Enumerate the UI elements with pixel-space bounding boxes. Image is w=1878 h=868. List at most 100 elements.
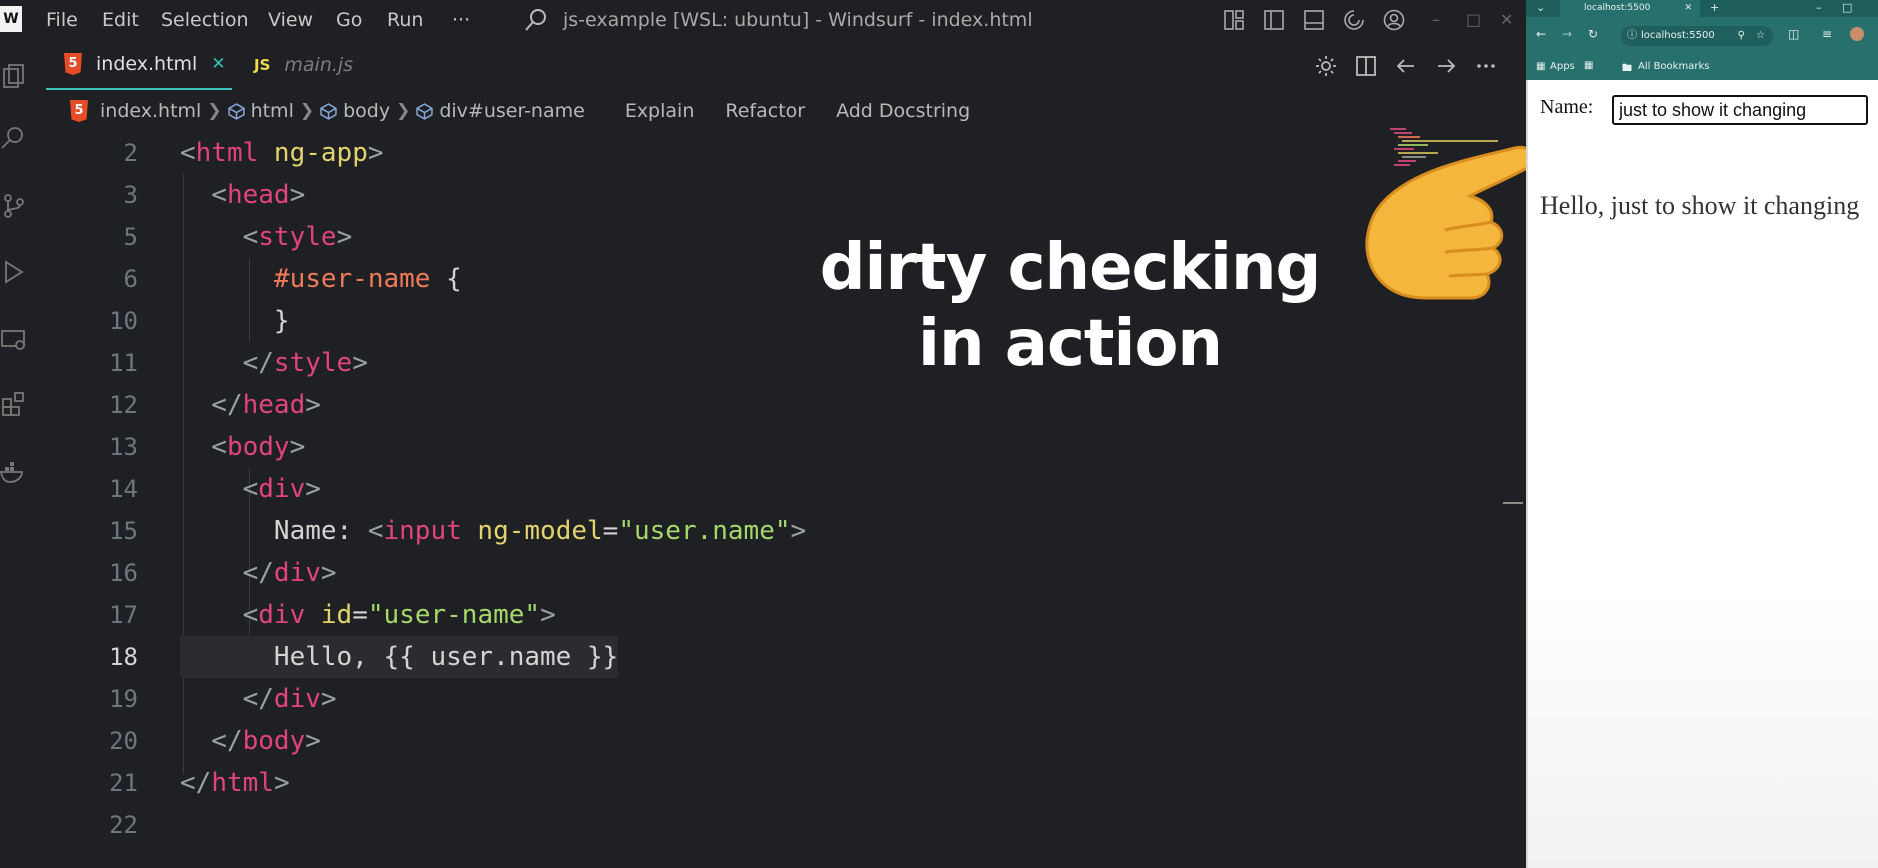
code-line[interactable]: 18 Hello, {{ user.name }} (0, 636, 1500, 678)
add-docstring-action[interactable]: Add Docstring (836, 100, 970, 122)
close-tab-icon[interactable]: ✕ (1684, 0, 1692, 16)
windsurf-logo-icon[interactable]: W (0, 6, 22, 32)
minimize-icon[interactable]: – (1816, 1, 1822, 14)
toggle-panel-icon[interactable] (1302, 8, 1326, 32)
url-text: localhost:5500 (1641, 30, 1715, 41)
browser-toolbar: ← → ↻ ⓘ localhost:5500 ⚲ ☆ ◫ ≡ (1526, 17, 1878, 55)
chevron-right-icon: ❯ (396, 101, 411, 121)
js-icon: JS (254, 56, 271, 74)
more-actions-icon[interactable] (1474, 54, 1498, 78)
code-line[interactable]: 13 <body> (0, 426, 1500, 468)
code-text: </head> (180, 390, 321, 420)
menu-go[interactable]: Go (336, 9, 362, 31)
profile-avatar[interactable] (1850, 27, 1864, 41)
title-bar: W File Edit Selection View Go Run ··· js… (0, 0, 1526, 40)
line-number: 6 (123, 265, 138, 293)
browser-window: ⌄ localhost:5500 ✕ + – □ ← → ↻ ⓘ localho… (1526, 0, 1878, 868)
line-number: 22 (109, 811, 138, 839)
line-number: 17 (109, 601, 138, 629)
breadcrumb-body[interactable]: body (343, 100, 390, 122)
folder-icon: 🖿 (1622, 63, 1632, 74)
code-line[interactable]: 17 <div id="user-name"> (0, 594, 1500, 636)
go-forward-icon[interactable] (1434, 54, 1458, 78)
line-number: 11 (109, 349, 138, 377)
address-bar[interactable]: ⓘ localhost:5500 ⚲ ☆ (1621, 26, 1773, 46)
hello-output: Hello, just to show it changing (1540, 191, 1860, 220)
line-number: 3 (123, 181, 138, 209)
tab-title: localhost:5500 (1584, 3, 1651, 13)
tab-search-icon[interactable]: ⌄ (1536, 1, 1545, 14)
name-label: Name: (1540, 96, 1594, 118)
menu-run[interactable]: Run (387, 9, 423, 31)
split-editor-icon[interactable] (1354, 54, 1378, 78)
code-text: </div> (180, 684, 337, 714)
code-line[interactable]: 12 </head> (0, 384, 1500, 426)
search-icon[interactable] (522, 6, 550, 34)
code-text: <body> (180, 432, 306, 462)
bookmark-star-icon[interactable]: ☆ (1756, 26, 1765, 46)
new-tab-icon[interactable]: + (1710, 1, 1719, 14)
account-icon[interactable] (1382, 8, 1406, 32)
code-text: </style> (180, 348, 368, 378)
element-cube-icon (416, 102, 434, 120)
menu-view[interactable]: View (268, 9, 313, 31)
bookmark-apps[interactable]: Apps (1550, 61, 1575, 72)
toggle-sidebar-icon[interactable] (1262, 8, 1286, 32)
editor-tabs: 5 index.html ✕ JS main.js (40, 40, 1526, 90)
customize-layout-icon[interactable] (1222, 8, 1246, 32)
tab-groups-icon[interactable]: ▦ (1584, 60, 1593, 71)
minimize-icon[interactable]: – (1432, 10, 1440, 29)
breadcrumb-div-user-name[interactable]: div#user-name (439, 100, 584, 122)
menu-selection[interactable]: Selection (161, 9, 249, 31)
maximize-icon[interactable]: □ (1466, 10, 1481, 29)
settings-gear-icon[interactable] (1314, 54, 1338, 78)
caption-line-2: in action (918, 307, 1223, 381)
maximize-icon[interactable]: □ (1842, 1, 1852, 14)
code-line[interactable]: 3 <head> (0, 174, 1500, 216)
media-icon[interactable]: ≡ (1822, 27, 1832, 41)
forward-icon[interactable]: → (1562, 27, 1572, 41)
code-line[interactable]: 22 (0, 804, 1500, 846)
extensions-icon[interactable]: ◫ (1788, 27, 1799, 41)
chevron-right-icon: ❯ (299, 101, 315, 121)
code-line[interactable]: 16 </div> (0, 552, 1500, 594)
tab-index-html[interactable]: 5 index.html ✕ (46, 40, 232, 90)
breadcrumb-html[interactable]: html (251, 100, 294, 122)
line-number: 13 (109, 433, 138, 461)
cascade-icon[interactable] (1342, 8, 1366, 32)
line-number: 21 (109, 769, 138, 797)
browser-tab-strip: ⌄ localhost:5500 ✕ + – □ (1526, 0, 1878, 17)
element-cube-icon (227, 102, 245, 120)
close-window-icon[interactable]: ✕ (1500, 10, 1513, 29)
bookmark-all-bookmarks[interactable]: All Bookmarks (1638, 61, 1709, 72)
code-line[interactable]: 21 </html> (0, 762, 1500, 804)
code-line[interactable]: 20 </body> (0, 720, 1500, 762)
zoom-icon[interactable]: ⚲ (1738, 26, 1745, 46)
browser-tab[interactable]: localhost:5500 ✕ (1560, 0, 1700, 17)
line-number: 20 (109, 727, 138, 755)
code-line[interactable]: 19 </div> (0, 678, 1500, 720)
tab-main-js[interactable]: JS main.js (252, 40, 402, 90)
scrollbar-thumb[interactable] (1503, 502, 1523, 504)
code-text: <head> (180, 180, 306, 210)
editor-window: W File Edit Selection View Go Run ··· js… (0, 0, 1535, 868)
line-number: 16 (109, 559, 138, 587)
menu-edit[interactable]: Edit (102, 9, 139, 31)
menu-file[interactable]: File (46, 9, 78, 31)
code-line[interactable]: 15 Name: <input ng-model="user.name"> (0, 510, 1500, 552)
code-line[interactable]: 2 <html ng-app> (0, 132, 1500, 174)
close-tab-icon[interactable]: ✕ (211, 54, 225, 74)
apps-grid-icon[interactable]: ▦ (1536, 61, 1545, 72)
refactor-action[interactable]: Refactor (725, 100, 805, 122)
bookmarks-bar: ▦ Apps ▦ 🖿 All Bookmarks (1526, 55, 1878, 80)
code-line[interactable]: 14 <div> (0, 468, 1500, 510)
site-info-icon[interactable]: ⓘ (1627, 26, 1637, 46)
reload-icon[interactable]: ↻ (1588, 27, 1598, 41)
explorer-icon[interactable] (0, 64, 28, 92)
go-back-icon[interactable] (1394, 54, 1418, 78)
explain-action[interactable]: Explain (625, 100, 695, 122)
name-input[interactable] (1612, 95, 1868, 125)
breadcrumb-file[interactable]: index.html (100, 100, 201, 122)
back-icon[interactable]: ← (1536, 27, 1546, 41)
menu-more[interactable]: ··· (452, 9, 470, 31)
